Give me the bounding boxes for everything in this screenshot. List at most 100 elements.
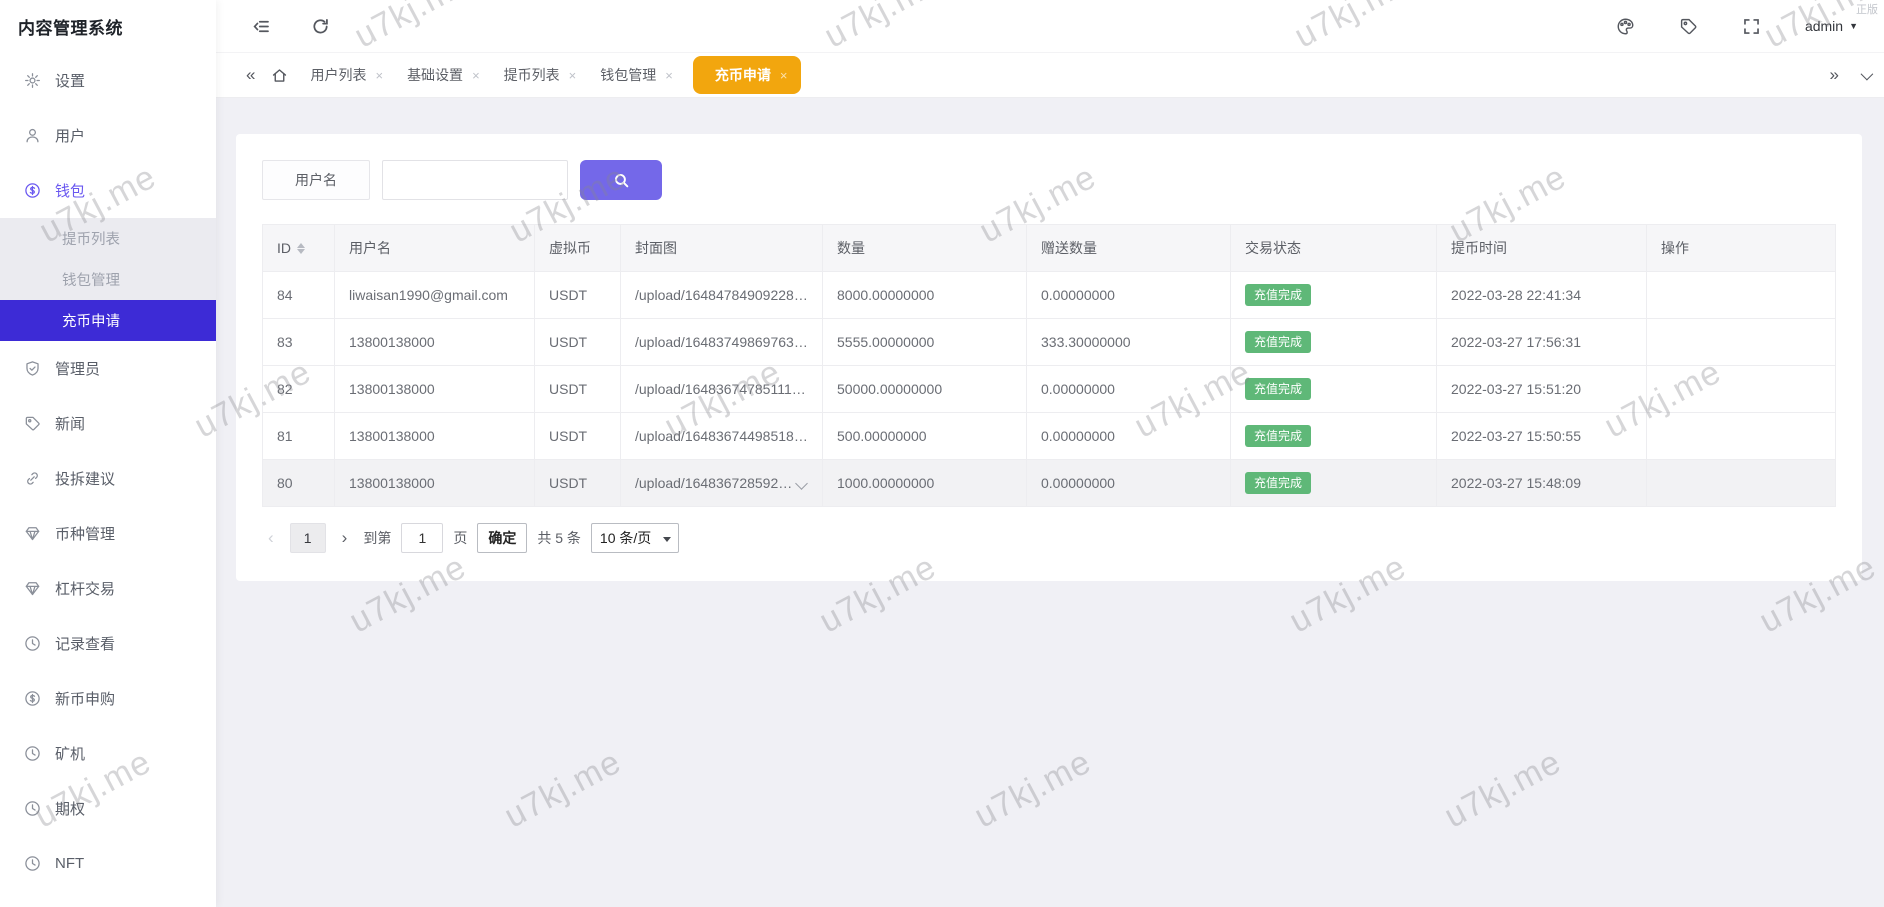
col-header-交易状态: 交易状态: [1230, 224, 1437, 272]
refresh-icon[interactable]: [311, 17, 330, 36]
sidebar-subitem-wallet-manage[interactable]: 钱包管理: [0, 259, 216, 300]
sidebar-item-new-coin-sub[interactable]: 新币申购: [0, 671, 216, 726]
cell-id: 80: [262, 459, 335, 507]
cell-currency: USDT: [534, 365, 621, 413]
tab-label: 用户列表: [310, 67, 367, 83]
tab-label: 提币列表: [503, 67, 560, 83]
sidebar-item-wallet[interactable]: 钱包: [0, 163, 216, 218]
page: 内容管理系统 设置 用户 钱包 提币列表 钱包管理 充币申请 管理员 新闻 投拆建议 币种管理 杠杆…: [0, 0, 1884, 907]
close-icon[interactable]: ×: [780, 68, 788, 83]
search-button[interactable]: [580, 160, 662, 200]
tab-充币申请[interactable]: 充币申请 ×: [692, 56, 802, 94]
cell-username: 13800138000: [334, 412, 535, 460]
cover-path: /upload/1648367449851889...: [635, 428, 808, 444]
sidebar-item-nft[interactable]: NFT: [0, 836, 216, 891]
clock-icon: [24, 745, 41, 762]
cell-status: 充值完成: [1230, 365, 1437, 413]
search-input[interactable]: [382, 160, 568, 200]
cell-cover: /upload/1648374986976353...: [620, 318, 823, 366]
sidebar-item-admins[interactable]: 管理员: [0, 341, 216, 396]
link-icon: [24, 470, 41, 487]
cell-username: liwaisan1990@gmail.com: [334, 271, 535, 319]
tab-用户列表[interactable]: 用户列表 ×: [310, 65, 383, 85]
col-header-封面图: 封面图: [620, 224, 823, 272]
cell-username: 13800138000: [334, 318, 535, 366]
cover-path: /upload/1648478490922873...: [635, 287, 808, 303]
sidebar-item-label: 矿机: [55, 746, 86, 763]
close-icon[interactable]: ×: [472, 68, 480, 83]
cell-status: 充值完成: [1230, 271, 1437, 319]
sidebar-item-label: 管理员: [55, 361, 101, 378]
next-page-icon[interactable]: ›: [336, 528, 354, 548]
fullscreen-icon[interactable]: [1742, 17, 1761, 36]
tabs-scroll-right-icon[interactable]: »: [1824, 65, 1845, 85]
prev-page-icon[interactable]: ‹: [262, 528, 280, 548]
app-title: 内容管理系统: [18, 19, 123, 38]
topbar-right: admin ▼: [1616, 17, 1858, 36]
pagination: ‹ 1 › 到第 页 确定 共 5 条 10 条/页: [262, 523, 1836, 553]
gem-icon: [24, 525, 41, 542]
tag-icon: [24, 415, 41, 432]
sidebar-item-coin-manage[interactable]: 币种管理: [0, 506, 216, 561]
cell-time: 2022-03-27 15:50:55: [1436, 412, 1647, 460]
page-size-select[interactable]: 10 条/页: [591, 524, 656, 552]
content-card: 用户名 ID 用户名 虚拟币 封面图 数量 赠送数量 交易状态 提币时间 操作 84 liwai: [236, 134, 1862, 581]
shield-icon: [24, 360, 41, 377]
current-page-button[interactable]: 1: [289, 523, 326, 553]
page-size-select-wrap: 10 条/页: [590, 523, 679, 553]
sidebar-subitem-deposit-apply[interactable]: 充币申请: [0, 300, 216, 341]
cell-time: 2022-03-28 22:41:34: [1436, 271, 1647, 319]
expand-cover-icon[interactable]: [795, 476, 808, 490]
cell-actions: [1646, 459, 1836, 507]
cell-username: 13800138000: [334, 365, 535, 413]
cell-status: 充值完成: [1230, 318, 1437, 366]
select-caret-icon: [662, 537, 671, 542]
data-table: ID 用户名 虚拟币 封面图 数量 赠送数量 交易状态 提币时间 操作 84 liwaisan19…: [262, 224, 1836, 507]
sidebar-item-records[interactable]: 记录查看: [0, 616, 216, 671]
close-icon[interactable]: ×: [665, 68, 673, 83]
close-icon[interactable]: ×: [569, 68, 577, 83]
tab-提币列表[interactable]: 提币列表 ×: [504, 65, 577, 85]
main-column: admin ▼ 正版 « 用户列表 × 基础设置 × 提币列表 × 钱包管理 × 充币申请 × »…: [216, 0, 1884, 907]
sidebar-item-label: NFT: [55, 855, 85, 872]
sidebar-item-margin-trade[interactable]: 杠杆交易: [0, 561, 216, 616]
sidebar-item-suggestions[interactable]: 投拆建议: [0, 451, 216, 506]
sidebar-item-users[interactable]: 用户: [0, 108, 216, 163]
tabs-list: 用户列表 × 基础设置 × 提币列表 × 钱包管理 × 充币申请 ×: [298, 56, 1819, 94]
tab-label: 基础设置: [407, 67, 464, 83]
close-icon[interactable]: ×: [375, 68, 383, 83]
tab-基础设置[interactable]: 基础设置 ×: [407, 65, 480, 85]
tabs-menu-icon[interactable]: [1860, 67, 1874, 80]
home-icon[interactable]: [265, 67, 294, 84]
tab-钱包管理[interactable]: 钱包管理 ×: [600, 65, 673, 85]
sidebar-item-settings[interactable]: 设置: [0, 53, 216, 108]
sidebar-item-news[interactable]: 新闻: [0, 396, 216, 451]
theme-palette-icon[interactable]: [1616, 17, 1635, 36]
cell-id: 83: [262, 318, 335, 366]
content-area: 用户名 ID 用户名 虚拟币 封面图 数量 赠送数量 交易状态 提币时间 操作 84 liwai: [216, 98, 1884, 907]
clock-icon: [24, 800, 41, 817]
goto-page-input[interactable]: [401, 523, 444, 553]
tabs-scroll-left-icon[interactable]: «: [240, 65, 261, 85]
user-menu[interactable]: admin ▼: [1805, 18, 1858, 34]
sort-icon[interactable]: [297, 242, 305, 254]
sidebar-menu: 设置 用户 钱包 提币列表 钱包管理 充币申请管理员新闻投拆建议币种管理 杠杆交易 记录查看新…: [0, 53, 216, 891]
cell-username: 13800138000: [334, 459, 535, 507]
sidebar-item-options[interactable]: 期权: [0, 781, 216, 836]
table-row: 84 liwaisan1990@gmail.com USDT/upload/1648…: [262, 271, 1836, 319]
collapse-sidebar-icon[interactable]: [252, 17, 271, 36]
tag-icon[interactable]: [1679, 17, 1698, 36]
gem-icon: [24, 580, 41, 597]
cell-cover: /upload/1648367285922126...: [620, 459, 823, 507]
sidebar-item-label: 投拆建议: [55, 471, 116, 488]
status-badge: 充值完成: [1245, 331, 1312, 353]
sidebar-subitem-withdraw-list[interactable]: 提币列表: [0, 218, 216, 259]
goto-confirm-button[interactable]: 确定: [477, 523, 528, 553]
cell-currency: USDT: [534, 318, 621, 366]
cell-status: 充值完成: [1230, 459, 1437, 507]
cover-path: /upload/1648367285922126...: [635, 475, 793, 491]
gear-icon: [24, 72, 41, 89]
cell-amount: 8000.00000000: [822, 271, 1027, 319]
cell-bonus: 333.30000000: [1026, 318, 1231, 366]
sidebar-item-miner[interactable]: 矿机: [0, 726, 216, 781]
